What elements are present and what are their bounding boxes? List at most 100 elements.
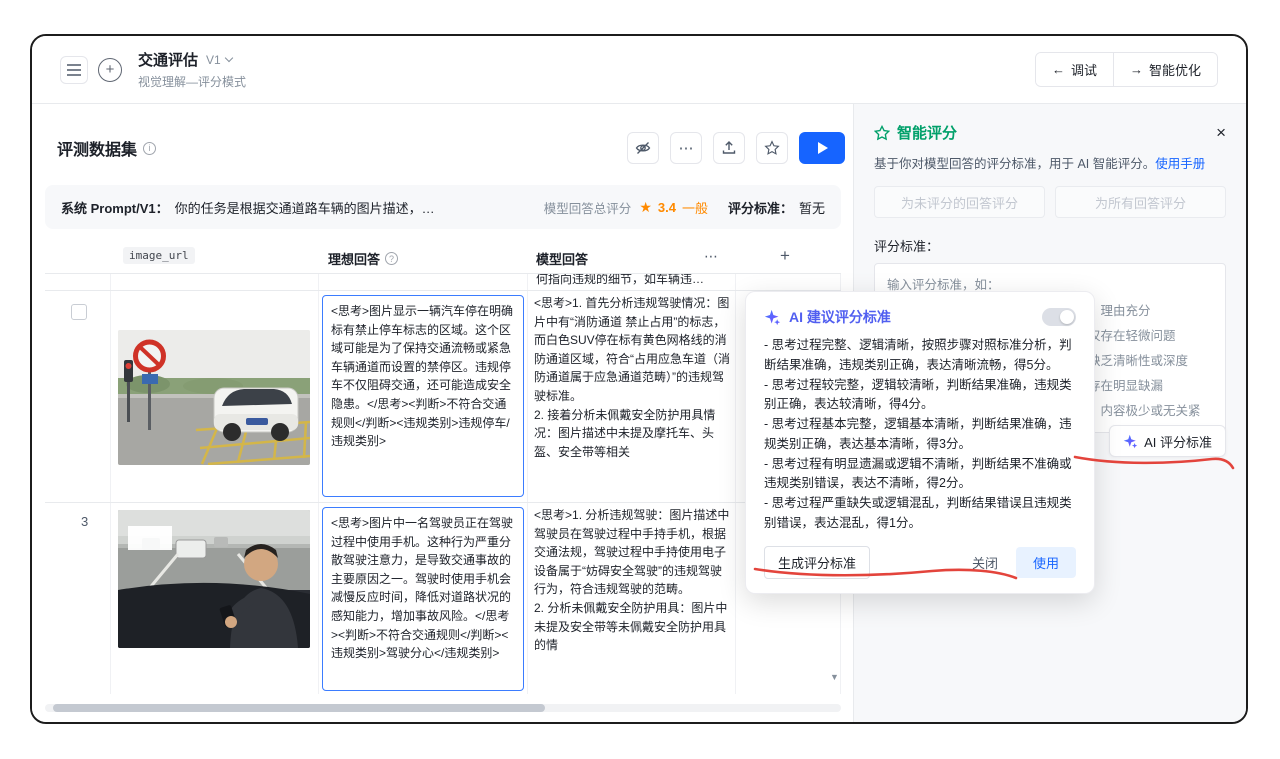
score-all-button[interactable]: 为所有回答评分 [1055,186,1226,218]
generate-standard-button[interactable]: 生成评分标准 [764,545,871,579]
model-answer-cell: <思考>1. 首先分析违规驾驶情况：图片中有“消防通道 禁止占用”的标志，而白色… [534,296,730,459]
horizontal-scrollbar-thumb[interactable] [53,704,545,712]
play-icon [818,142,828,154]
column-divider [527,240,528,694]
close-icon[interactable]: × [1216,124,1226,141]
total-score-level: 一般 [681,200,708,216]
popup-footer: 生成评分标准 关闭 使用 [764,545,1076,579]
header-actions: ← 调试 → 智能优化 [1034,52,1218,87]
column-more-icon[interactable]: ⋯ [700,245,722,267]
app-window: + 交通评估 V1 视觉理解—评分模式 ← 调试 → 智能优化 评测数据集 i … [30,34,1248,724]
score-unrated-button[interactable]: 为未评分的回答评分 [874,186,1045,218]
driver-phone-image [118,510,310,648]
chevron-down-icon [224,53,233,63]
popup-title: AI 建议评分标准 [789,309,891,325]
panel-buttons: 为未评分的回答评分 为所有回答评分 [874,186,1226,218]
cell-image-traffic-scene[interactable] [118,330,310,465]
eye-off-icon [635,142,651,154]
use-button[interactable]: 使用 [1015,546,1076,578]
total-score-value: 3.4 [657,199,676,215]
criteria-item: - 思考过程基本完整，逻辑基本清晰，判断结果准确，违规类别正确，表达基本清晰，得… [764,417,1072,451]
example-fragment: ，内容极少或无关紧 [1088,404,1201,418]
ai-suggest-popup: AI 建议评分标准 - 思考过程完整、逻辑清晰，按照步骤对照标准分析，判断结果准… [745,291,1095,594]
dataset-title: 评测数据集 i [57,136,157,160]
total-score-label: 模型回答总评分 [543,201,632,216]
panel-title: 智能评分 [897,125,958,142]
dataset-table: image_url 理想回答 ? 模型回答 ⋯ + 何指向违规的细节，如车辆违… [45,240,841,694]
standard-label: 评分标准： [874,239,940,254]
more-button[interactable]: ⋯ [670,132,702,164]
horizontal-scrollbar-track [45,704,841,712]
criteria-item: - 思考过程有明显遗漏或逻辑不清晰，判断结果不准确或违规类别错误，表达不清晰，得… [764,456,1072,491]
scroll-down-icon[interactable]: ▼ [830,672,839,682]
dataset-toolbar: ⋯ [627,132,845,164]
column-header-image-url[interactable]: image_url [123,247,195,264]
page-subtitle: 视觉理解—评分模式 [138,75,247,89]
example-fragment: ，理由充分 [1088,304,1151,318]
toggle-knob [1060,310,1074,324]
page-title: 交通评估 [138,52,199,69]
ai-sparkle-icon [764,309,781,325]
row-divider [45,502,841,503]
add-column-button[interactable]: + [773,244,797,268]
model-answer-cell: <思考>1. 分析违规驾驶：图片描述中驾驶员在驾驶过程中手持手机，根据交通法规，… [534,508,730,653]
ai-standard-button[interactable]: AI 评分标准 [1109,425,1226,457]
rating-star-icon: ★ [639,198,652,215]
criteria-item: - 思考过程严重缺失或逻辑混乱，判断结果错误且违规类别错误，表达混乱，得1分。 [764,496,1072,530]
arrow-left-icon: ← [1051,62,1065,77]
star-icon [764,140,780,155]
favorite-button[interactable] [756,132,788,164]
smart-optimize-button[interactable]: → 智能优化 [1112,53,1217,86]
textarea-placeholder: 输入评分标准，如： [887,278,1000,292]
help-icon[interactable]: ? [385,252,399,265]
traffic-scene-image [118,330,310,465]
system-prompt-text: 你的任务是根据交通道路车辆的图片描述，… [174,200,435,216]
example-fragment: 缺乏清晰性或深度 [1088,354,1189,368]
score-standard-value: 暂无 [798,200,825,216]
upload-icon [722,141,736,154]
menu-icon[interactable] [60,55,88,84]
run-button[interactable] [799,132,845,164]
hide-column-button[interactable] [627,132,659,164]
manual-link[interactable]: 使用手册 [1155,157,1205,171]
info-icon[interactable]: i [143,141,157,155]
ideal-answer-cell[interactable]: <思考>图片中一名驾驶员正在驾驶过程中使用手机。这种行为严重分散驾驶注意力，是导… [322,507,524,691]
add-icon[interactable]: + [98,57,122,82]
column-header-model-answer[interactable]: 模型回答 [536,249,588,268]
upload-button[interactable] [713,132,745,164]
previous-row-tail: 何指向违规的细节，如车辆违… [536,274,705,286]
header-left: + 交通评估 V1 视觉理解—评分模式 [60,49,246,90]
panel-header: 智能评分 × [874,122,1226,143]
column-header-ideal-answer[interactable]: 理想回答 ? [328,249,399,268]
system-prompt-label: 系统 Prompt/V1： [61,200,169,216]
more-icon: ⋯ [678,140,694,157]
title-block: 交通评估 V1 视觉理解—评分模式 [138,49,246,90]
row-number: 3 [81,514,89,529]
example-fragment: 存在明显缺漏 [1088,379,1164,393]
system-prompt-bar[interactable]: 系统 Prompt/V1： 你的任务是根据交通道路车辆的图片描述，… 模型回答总… [45,185,841,229]
app-header: + 交通评估 V1 视觉理解—评分模式 ← 调试 → 智能优化 [32,36,1246,104]
criteria-item: - 思考过程较完整，逻辑较清晰，判断结果准确，违规类别正确，表达较清晰，得4分。 [764,377,1072,412]
panel-description: 基于你对模型回答的评分标准，用于 AI 智能评分。使用手册 [874,157,1206,171]
popup-close-button[interactable]: 关闭 [968,547,1002,578]
popup-body: - 思考过程完整、逻辑清晰，按照步骤对照标准分析，判断结果准确，违规类别正确，表… [764,336,1076,534]
cell-image-driver-phone[interactable] [118,510,310,648]
green-star-icon [874,124,890,140]
table-header: image_url 理想回答 ? 模型回答 ⋯ + [45,240,841,274]
example-fragment: 仅存在轻微问题 [1088,329,1176,343]
ai-sparkle-icon [1123,434,1138,448]
toggle-switch[interactable] [1042,308,1076,326]
column-divider [318,240,319,694]
ideal-answer-cell[interactable]: <思考>图片显示一辆汽车停在明确标有禁止停车标志的区域。这个区域可能是为了保持交… [322,295,524,497]
criteria-item: - 思考过程完整、逻辑清晰，按照步骤对照标准分析，判断结果准确，违规类别正确，表… [764,338,1072,372]
column-divider [110,240,111,694]
main-area: 评测数据集 i ⋯ 系统 Prompt/V1： 你的任务是根据交通道路车辆的图片… [32,104,853,722]
column-divider [735,240,736,694]
row-checkbox[interactable] [71,304,87,320]
version-selector[interactable]: V1 [206,53,233,67]
row-divider [45,290,841,291]
arrow-right-icon: → [1129,62,1143,77]
score-standard-label: 评分标准： [727,200,793,216]
popup-header: AI 建议评分标准 [764,307,1076,327]
debug-button[interactable]: ← 调试 [1035,53,1113,86]
